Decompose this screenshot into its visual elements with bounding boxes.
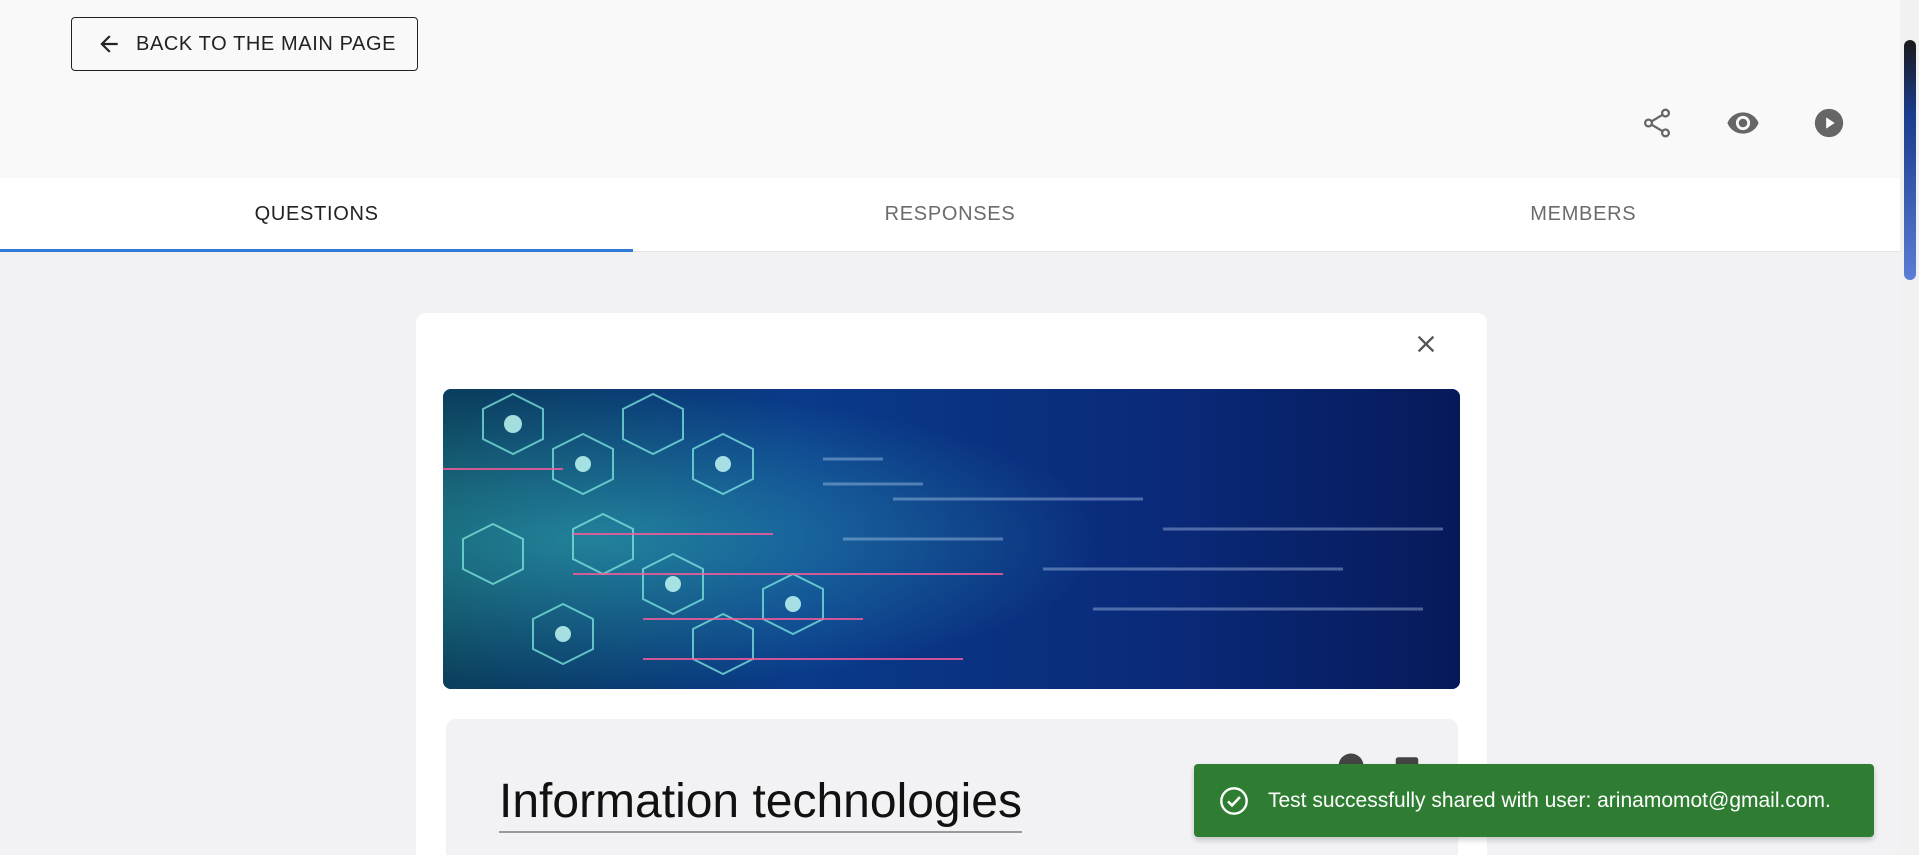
eye-icon[interactable]: [1726, 106, 1760, 140]
test-actions: [1640, 106, 1846, 140]
back-button-label: BACK TO THE MAIN PAGE: [136, 32, 397, 55]
share-icon[interactable]: [1640, 106, 1674, 140]
back-to-main-button[interactable]: BACK TO THE MAIN PAGE: [71, 17, 418, 71]
test-title-input[interactable]: Information technologies: [499, 774, 1022, 834]
tab-responses[interactable]: RESPONSES: [633, 178, 1266, 251]
check-circle-icon: [1220, 786, 1248, 815]
scrollbar-thumb[interactable]: [1904, 40, 1916, 280]
top-bar: BACK TO THE MAIN PAGE: [0, 0, 1900, 178]
tab-bar: QUESTIONS RESPONSES MEMBERS: [0, 178, 1900, 252]
tab-questions[interactable]: QUESTIONS: [0, 178, 634, 252]
arrow-left-icon: [100, 35, 118, 53]
toast-message: Test successfully shared with user: arin…: [1268, 788, 1831, 812]
play-circle-icon[interactable]: [1812, 106, 1846, 140]
close-icon[interactable]: [1409, 327, 1443, 361]
tab-members[interactable]: MEMBERS: [1267, 178, 1900, 251]
page-scrollbar[interactable]: [1900, 0, 1919, 855]
success-toast: Test successfully shared with user: arin…: [1194, 764, 1874, 837]
tech-banner-image: [443, 389, 1460, 689]
